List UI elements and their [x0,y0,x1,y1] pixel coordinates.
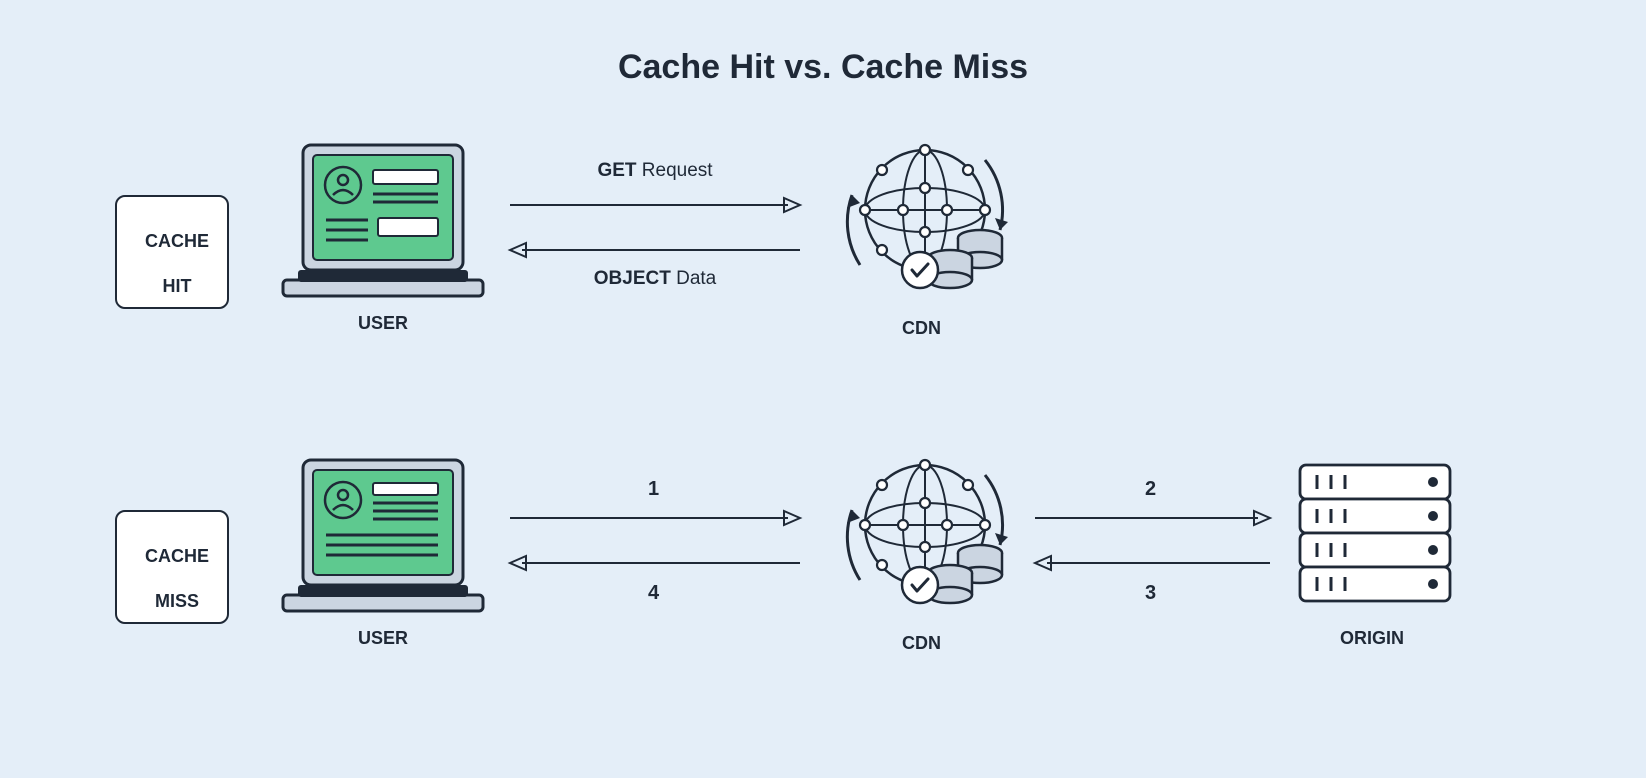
flow-label-rest: Request [637,160,713,181]
user-label: USER [358,313,408,334]
arrow-user-to-cdn [510,195,800,215]
badge-line: HIT [163,276,192,296]
user-label: USER [358,628,408,649]
diagram-title: Cache Hit vs. Cache Miss [0,48,1646,87]
cdn-label: CDN [902,633,941,654]
cdn-label: CDN [902,318,941,339]
arrow-miss-user-to-cdn [510,508,800,528]
arrow-miss-origin-to-cdn [1035,553,1270,573]
arrow-miss-cdn-to-origin [1035,508,1270,528]
arrow-miss-cdn-to-user [510,553,800,573]
step-number-3: 3 [1145,582,1156,605]
flow-label-bold: OBJECT [594,268,671,289]
user-laptop-icon [278,140,488,300]
badge-line: CACHE [145,546,209,566]
user-laptop-icon [278,455,488,615]
step-number-1: 1 [648,478,659,501]
arrow-cdn-to-user [510,240,800,260]
origin-server-icon [1295,460,1455,610]
cdn-globe-icon [830,130,1020,300]
arrow-label-get-request: GET Request [540,160,770,182]
flow-label-bold: GET [597,160,636,181]
cache-hit-badge: CACHE HIT [115,195,229,309]
cache-miss-badge: CACHE MISS [115,510,229,624]
step-number-2: 2 [1145,478,1156,501]
flow-label-rest: Data [671,268,716,289]
cdn-globe-icon [830,445,1020,615]
badge-line: CACHE [145,231,209,251]
arrow-label-object-data: OBJECT Data [540,268,770,290]
badge-line: MISS [155,591,199,611]
step-number-4: 4 [648,582,659,605]
origin-label: ORIGIN [1340,628,1404,649]
